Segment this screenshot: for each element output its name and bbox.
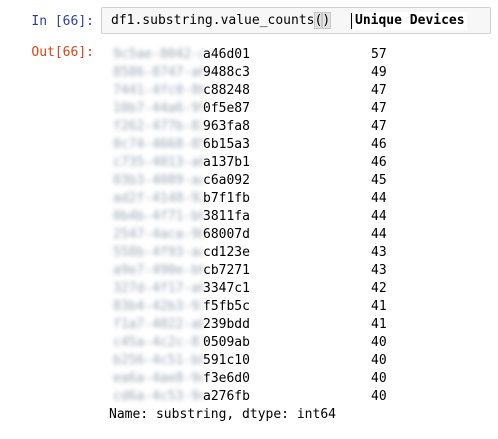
redacted-id-prefix: cd6a-4c53-9ca4-85: [113, 389, 203, 404]
code-line[interactable]: df1.substring.value_counts(): [111, 12, 332, 30]
series-row: cd6a-4c53-9ca4-85a276fb 40: [101, 388, 401, 406]
redacted-id-prefix: 0b4b-4f71-b638-fa: [113, 209, 203, 224]
tooltip-label: Unique Devices: [353, 12, 467, 30]
id-suffix: 239bdd: [203, 317, 250, 332]
id-suffix: a46d01: [203, 47, 250, 62]
redacted-id-prefix: 558b-4f93-aace-28: [113, 245, 203, 260]
series-row: ad2f-4148-927a-d7b7f1fb 44: [101, 190, 401, 208]
input-prompt: In [66]:: [31, 14, 94, 29]
id-suffix: 963fa8: [203, 119, 250, 134]
series-row: 0b4b-4f71-b638-fa3811fa 44: [101, 208, 401, 226]
output-prompt: Out[66]:: [31, 45, 94, 60]
count-value: 57: [371, 47, 387, 62]
series-row: 327d-4f17-a025-e03347c1 42: [101, 280, 401, 298]
count-value: 47: [371, 119, 387, 134]
id-suffix: 0f5e87: [203, 101, 250, 116]
series-row: 7441-4fc0-861a-3bc88248 47: [101, 82, 401, 100]
close-paren-highlight: ): [321, 12, 332, 29]
id-suffix: 9488c3: [203, 65, 250, 80]
series-row: 0c74-4668-851d-606b15a3 46: [101, 136, 401, 154]
series-row: 9c5ae-8042-ac22-6a46d01 57: [101, 46, 401, 64]
count-value: 46: [371, 137, 387, 152]
id-suffix: f5fb5c: [203, 299, 250, 314]
redacted-id-prefix: c735-4013-a043-79: [113, 155, 203, 170]
redacted-id-prefix: 83b4-42b3-934d-0f: [113, 299, 203, 314]
series-row: c735-4013-a043-79a137b1 46: [101, 154, 401, 172]
redacted-id-prefix: 8586-8747-a0a5-a6: [113, 65, 203, 80]
id-suffix: 591c10: [203, 353, 250, 368]
id-suffix: a276fb: [203, 389, 250, 404]
series-footer: Name: substring, dtype: int64: [109, 407, 336, 422]
series-row: 10b7-44a6-9973-6a0f5e87 47: [101, 100, 401, 118]
count-value: 45: [371, 173, 387, 188]
series-row: ea6a-4ae8-9de9-87f3e6d0 40: [101, 370, 401, 388]
id-suffix: cd123e: [203, 245, 250, 260]
code-input-area[interactable]: df1.substring.value_counts() Unique Devi…: [101, 7, 491, 34]
count-value: 44: [371, 209, 387, 224]
id-suffix: c6a092: [203, 173, 250, 188]
id-suffix: cb7271: [203, 263, 250, 278]
count-value: 41: [371, 299, 387, 314]
series-row: a9e7-490e-b6c7-edcb7271 43: [101, 262, 401, 280]
series-row: b256-4c51-b825-16591c10 40: [101, 352, 401, 370]
redacted-id-prefix: f262-477b-83b2-f4: [113, 119, 203, 134]
id-suffix: 68007d: [203, 227, 250, 242]
redacted-id-prefix: 2547-4aca-9b59-84: [113, 227, 203, 242]
series-row: 558b-4f93-aace-28cd123e 43: [101, 244, 401, 262]
id-suffix: 3811fa: [203, 209, 250, 224]
count-value: 46: [371, 155, 387, 170]
count-value: 49: [371, 65, 387, 80]
redacted-id-prefix: 7441-4fc0-861a-3b: [113, 83, 203, 98]
count-value: 41: [371, 317, 387, 332]
redacted-id-prefix: 9c5ae-8042-ac22-6: [113, 47, 203, 62]
output-area: Name: substring, dtype: int64 9c5ae-8042…: [101, 40, 491, 430]
count-value: 47: [371, 101, 387, 116]
redacted-id-prefix: a9e7-490e-b6c7-ed: [113, 263, 203, 278]
id-suffix: 3347c1: [203, 281, 250, 296]
redacted-id-prefix: 327d-4f17-a025-e0: [113, 281, 203, 296]
series-row: f262-477b-83b2-f4963fa8 47: [101, 118, 401, 136]
redacted-id-prefix: c45a-4c2c-8122-a3: [113, 335, 203, 350]
redacted-id-prefix: f1a7-4022-aba0-c8: [113, 317, 203, 332]
series-row: 83b4-42b3-934d-0ff5fb5c 41: [101, 298, 401, 316]
count-value: 40: [371, 335, 387, 350]
series-row: f1a7-4022-aba0-c8239bdd 41: [101, 316, 401, 334]
count-value: 40: [371, 353, 387, 368]
redacted-id-prefix: ad2f-4148-927a-d7: [113, 191, 203, 206]
id-suffix: f3e6d0: [203, 371, 250, 386]
count-value: 47: [371, 83, 387, 98]
redacted-id-prefix: 0c74-4668-851d-60: [113, 137, 203, 152]
series-row: 2547-4aca-9b59-8468007d 44: [101, 226, 401, 244]
count-value: 44: [371, 191, 387, 206]
id-suffix: c88248: [203, 83, 250, 98]
count-value: 43: [371, 263, 387, 278]
code-text: df1.substring.value_counts: [111, 13, 315, 28]
redacted-id-prefix: 03b3-4089-aac0-5b: [113, 173, 203, 188]
count-value: 43: [371, 245, 387, 260]
count-value: 40: [371, 389, 387, 404]
series-row: 03b3-4089-aac0-5bc6a092 45: [101, 172, 401, 190]
count-value: 44: [371, 227, 387, 242]
redacted-id-prefix: b256-4c51-b825-16: [113, 353, 203, 368]
id-suffix: a137b1: [203, 155, 250, 170]
id-suffix: 6b15a3: [203, 137, 250, 152]
redacted-id-prefix: ea6a-4ae8-9de9-87: [113, 371, 203, 386]
series-row: c45a-4c2c-8122-a30509ab 40: [101, 334, 401, 352]
id-suffix: b7f1fb: [203, 191, 250, 206]
count-value: 42: [371, 281, 387, 296]
id-suffix: 0509ab: [203, 335, 250, 350]
text-cursor: [351, 13, 352, 29]
count-value: 40: [371, 371, 387, 386]
redacted-id-prefix: 10b7-44a6-9973-6a: [113, 101, 203, 116]
series-row: 8586-8747-a0a5-a69488c3 49: [101, 64, 401, 82]
